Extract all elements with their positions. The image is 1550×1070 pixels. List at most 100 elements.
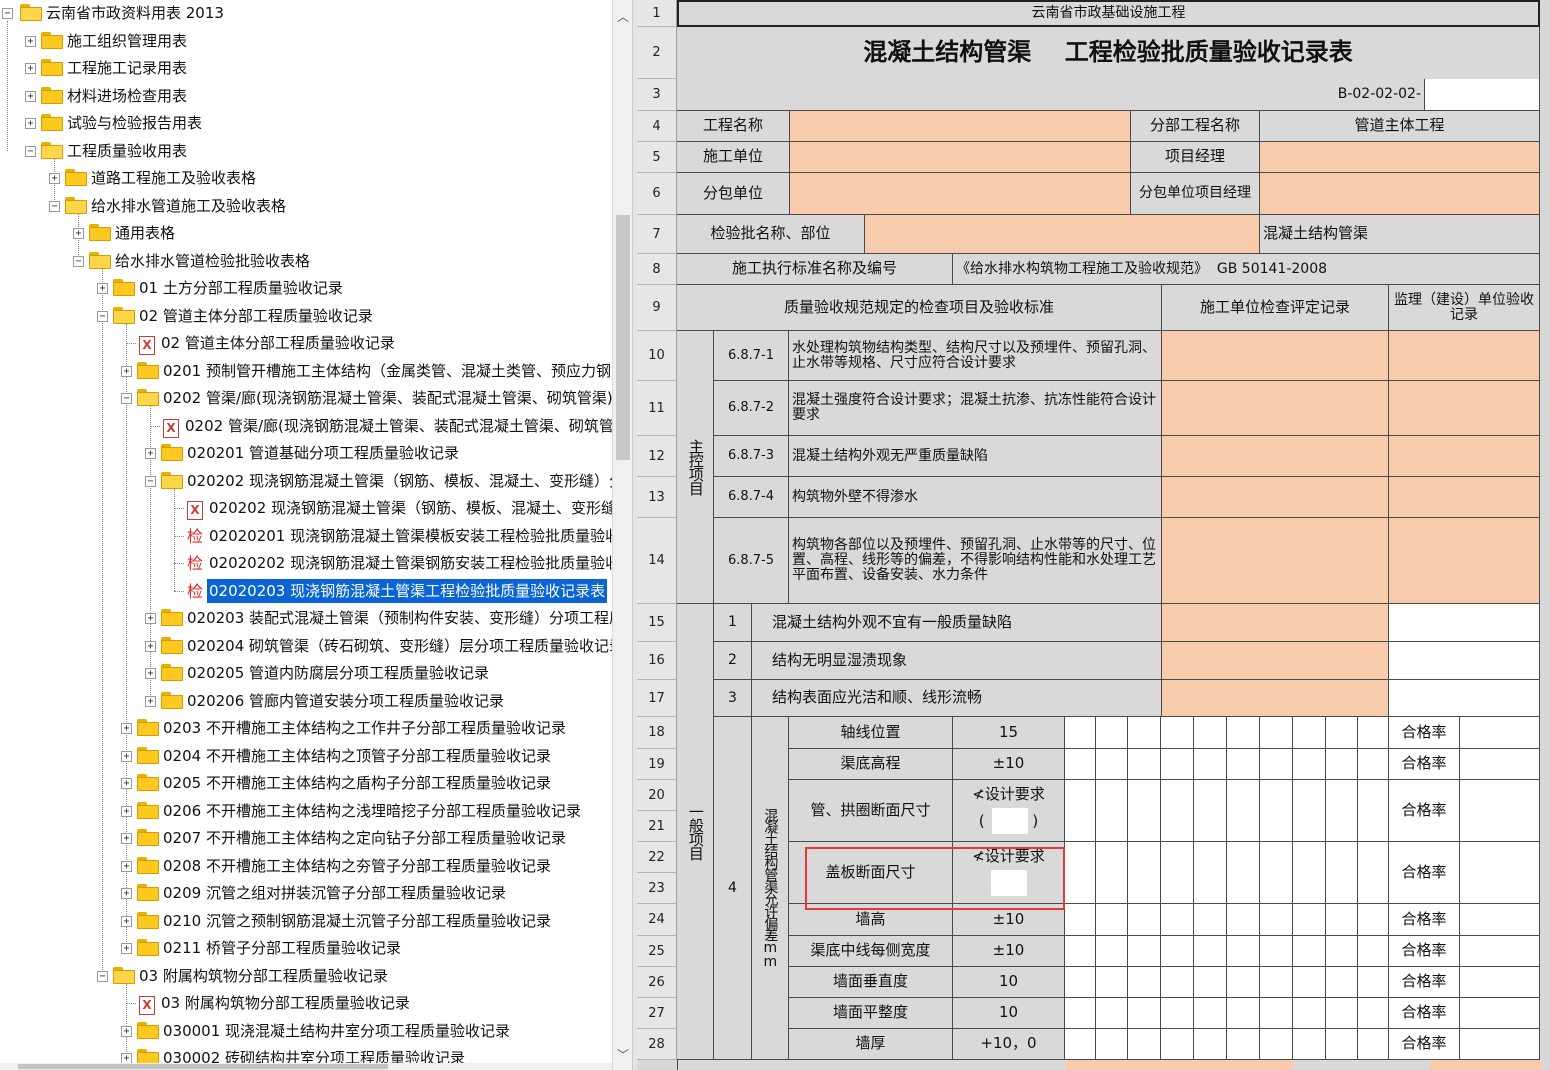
label-cell[interactable]: 质量验收规范规定的检查项目及验收标准 [677, 285, 1162, 331]
tree-node-label[interactable]: 0204 不开槽施工主体结构之顶管子分部工程质量验收记录 [161, 744, 553, 768]
expand-icon[interactable]: + [121, 943, 132, 954]
deviation-item[interactable]: 墙面垂直度 [789, 967, 953, 998]
tree-node[interactable]: + 道路工程施工及验收表格 [0, 166, 612, 192]
tree-node-label[interactable]: 020202 现浇钢筋混凝土管渠（钢筋、模板、混凝土、变形缝 [207, 496, 612, 520]
deviation-value[interactable]: +10，0 [953, 1029, 1065, 1060]
deviation-value[interactable]: 10 [953, 998, 1065, 1029]
label-cell[interactable]: 施工单位 [677, 142, 790, 173]
deviation-item[interactable]: 墙面平整度 [789, 998, 953, 1029]
measurement-cell[interactable] [1065, 936, 1096, 967]
input-supervision-record[interactable] [1389, 477, 1540, 518]
deviation-value[interactable]: ±10 [953, 936, 1065, 967]
measurement-cell[interactable] [1260, 998, 1293, 1029]
input-project-manager[interactable] [1260, 142, 1540, 173]
tree-node-label[interactable]: 0209 沉管之组对拼装沉管子分部工程质量验收记录 [161, 881, 508, 905]
row-header[interactable]: 13 [637, 477, 677, 518]
measurement-cell[interactable] [1293, 717, 1326, 749]
input-check-record[interactable] [1162, 518, 1389, 604]
row-header[interactable]: 2 [637, 27, 677, 79]
expand-icon[interactable]: + [145, 668, 156, 679]
tree-node[interactable]: +020204 砌筑管渠（砖石砌筑、变形缝）层分项工程质量验收记录 [0, 634, 612, 660]
input-check-record[interactable] [1162, 477, 1389, 518]
input-check-record[interactable] [1162, 436, 1389, 477]
measurement-cell[interactable] [1128, 998, 1161, 1029]
measurement-cell[interactable] [1065, 967, 1096, 998]
item-code[interactable]: 6.8.7-4 [714, 477, 789, 518]
spreadsheet-view[interactable]: 1 2 3 4 5 6 7 8 9 10 11 12 13 14 15 16 17 18 19 20 21 22 23 24 2… [637, 0, 1550, 1070]
pass-rate-label[interactable]: 合格率 [1389, 717, 1460, 749]
row-header[interactable]: 21 [637, 811, 677, 842]
measurement-cell[interactable] [1161, 967, 1194, 998]
row-header[interactable]: 8 [637, 254, 677, 285]
row-header[interactable]: 27 [637, 998, 677, 1029]
measurement-cell[interactable] [1161, 780, 1194, 842]
measurement-cell[interactable] [1096, 1029, 1128, 1060]
measurement-cell[interactable] [1194, 1029, 1227, 1060]
tree-node[interactable]: X 020202 现浇钢筋混凝土管渠（钢筋、模板、混凝土、变形缝 [0, 496, 612, 522]
input-supervision-record[interactable] [1389, 436, 1540, 477]
tree-node[interactable]: − 02 管道主体分部工程质量验收记录 [0, 304, 612, 330]
tree-node-label[interactable]: 0211 桥管子分部工程质量验收记录 [161, 936, 403, 960]
label-cell[interactable]: 分部工程名称 [1131, 111, 1260, 142]
row-header[interactable]: 23 [637, 873, 677, 904]
pass-rate-label[interactable]: 合格率 [1389, 967, 1460, 998]
measurement-cell[interactable] [1260, 717, 1293, 749]
row-header[interactable]: 7 [637, 215, 677, 254]
measurement-cell[interactable] [1260, 780, 1293, 842]
deviation-value[interactable]: 15 [953, 717, 1065, 749]
tree-node-label[interactable]: 0205 不开槽施工主体结构之盾构子分部工程质量验收记录 [161, 771, 553, 795]
tree-node[interactable]: +0211 桥管子分部工程质量验收记录 [0, 936, 612, 962]
tree-node-label[interactable]: 020206 管廊内管道安装分项工程质量验收记录 [185, 689, 506, 713]
label-cell[interactable]: 施工执行标准名称及编号 [677, 254, 953, 285]
value-cell[interactable]: 混凝土结构管渠 [1260, 215, 1540, 254]
tree-node[interactable]: + 试验与检验报告用表 [0, 111, 612, 137]
tree-node[interactable]: 检 02020203 现浇钢筋混凝土管渠工程检验批质量验收记录表 [0, 579, 612, 605]
collapse-icon[interactable]: − [145, 476, 156, 487]
item-text[interactable]: 构筑物各部位以及预埋件、预留孔洞、止水带等的尺寸、位置、高程、线形等的偏差，不得… [789, 518, 1162, 604]
measurement-cell[interactable] [1194, 780, 1227, 842]
measurement-cell[interactable] [1326, 842, 1358, 904]
label-cell[interactable]: 施工单位检查评定记录 [1162, 285, 1389, 331]
tree-node-label[interactable]: 0210 沉管之预制钢筋混凝土沉管子分部工程质量验收记录 [161, 909, 553, 933]
item-number[interactable]: 2 [714, 642, 752, 680]
item-text[interactable]: 混凝土结构外观不宜有一般质量缺陷 [752, 604, 1162, 642]
collapse-icon[interactable]: − [73, 256, 84, 267]
measurement-cell[interactable] [1227, 842, 1260, 904]
row-header[interactable]: 28 [637, 1029, 677, 1060]
measurement-cell[interactable] [1161, 904, 1194, 936]
hscroll-thumb[interactable] [18, 1064, 388, 1069]
label-cell[interactable]: 工程名称 [677, 111, 790, 142]
general-items-label[interactable]: 一般项目 [677, 604, 714, 1060]
pass-rate-input[interactable] [1460, 749, 1540, 780]
measurement-cell[interactable] [1358, 936, 1389, 967]
input-supervision-record[interactable] [1389, 518, 1540, 604]
measurement-cell[interactable] [1128, 904, 1161, 936]
item-text[interactable]: 结构表面应光洁和顺、线形流畅 [752, 680, 1162, 717]
tree-node-label[interactable]: 云南省市政资料用表 2013 [44, 1, 226, 25]
input-supervision-record[interactable] [1389, 642, 1540, 680]
tree-node-label[interactable]: 020201 管道基础分项工程质量验收记录 [185, 441, 461, 465]
tree-node-label[interactable]: 0203 不开槽施工主体结构之工作井子分部工程质量验收记录 [161, 716, 568, 740]
tree-node-label[interactable]: 材料进场检查用表 [65, 84, 189, 108]
chevron-down-icon[interactable]: ﹀ [617, 1046, 629, 1063]
item-code[interactable]: 6.8.7-2 [714, 381, 789, 436]
row-header[interactable]: 16 [637, 642, 677, 680]
tree-node[interactable]: + 工程施工记录用表 [0, 56, 612, 82]
form-code-input[interactable] [1425, 79, 1540, 111]
tree-node-label[interactable]: 施工组织管理用表 [65, 29, 189, 53]
tree-node-label[interactable]: 020204 砌筑管渠（砖石砌筑、变形缝）层分项工程质量验收记录 [185, 634, 612, 658]
measurement-cell[interactable] [1227, 717, 1260, 749]
label-cell[interactable]: 检验批名称、部位 [677, 215, 865, 254]
pass-rate-label[interactable]: 合格率 [1389, 998, 1460, 1029]
pass-rate-label[interactable]: 合格率 [1389, 904, 1460, 936]
tree-node-label[interactable]: 道路工程施工及验收表格 [89, 166, 258, 190]
expand-icon[interactable]: + [121, 751, 132, 762]
measurement-cell[interactable] [1326, 780, 1358, 842]
measurement-cell[interactable] [1096, 717, 1128, 749]
measurement-cell[interactable] [1194, 842, 1227, 904]
measurement-cell[interactable] [1358, 967, 1389, 998]
pass-rate-label[interactable]: 合格率 [1389, 749, 1460, 780]
tree-node-label[interactable]: 通用表格 [113, 221, 177, 245]
row-header[interactable]: 24 [637, 904, 677, 936]
measurement-cell[interactable] [1293, 904, 1326, 936]
